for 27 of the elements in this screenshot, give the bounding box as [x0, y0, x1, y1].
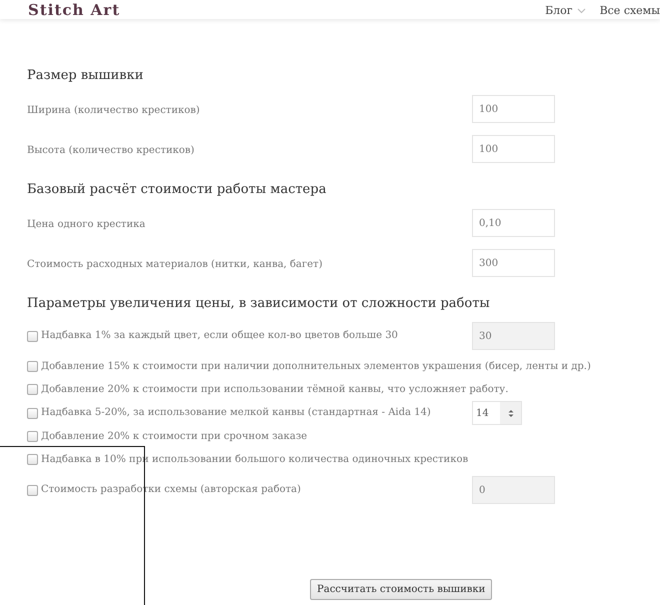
option-label: Добавление 20% к стоимости при срочном заказе	[41, 430, 308, 444]
input-field[interactable]: 100	[472, 135, 555, 163]
checkbox[interactable]	[27, 431, 38, 442]
field-label: Стоимость расходных материалов (нитки, канва, багет)	[27, 258, 324, 272]
spinner-arrows-icon	[508, 408, 514, 418]
checkbox[interactable]	[27, 384, 38, 395]
field-label: Высота (количество крестиков)	[27, 144, 196, 158]
nav-link[interactable]: Блог	[545, 3, 586, 19]
site-logo[interactable]: Stitch Art	[28, 1, 120, 19]
section-heading: Размер вышивки	[27, 67, 144, 85]
checkbox[interactable]	[27, 361, 38, 372]
section-heading: Параметры увеличения цены, в зависимости от сложности работы	[27, 295, 491, 313]
checkbox[interactable]	[27, 454, 38, 465]
option-label: Надбавка 5-20%, за использование мелкой канвы (стандартная - Aida 14)	[41, 406, 431, 420]
input-field[interactable]: 100	[472, 95, 555, 123]
number-spinner[interactable]: 14	[472, 401, 522, 425]
option-label: Добавление 20% к стоимости при использовании тёмной канвы, что усложняет работу.	[41, 382, 508, 396]
input-field[interactable]: 300	[472, 249, 555, 277]
section-heading: Базовый расчёт стоимости работы мастера	[27, 181, 328, 199]
input-field[interactable]: 0,10	[472, 209, 555, 237]
field-label: Цена одного крестика	[27, 218, 146, 232]
calculate-button[interactable]: Рассчитать стоимость вышивки	[310, 579, 492, 600]
nav-link[interactable]: Все схемы	[600, 3, 660, 19]
field-label: Ширина (количество крестиков)	[27, 104, 201, 118]
checkbox[interactable]	[27, 408, 38, 418]
option-label: Добавление 15% к стоимости при наличии дополнительных элементов украшения (бисер, ленты и др.)	[41, 360, 591, 374]
option-label: Надбавка 1% за каждый цвет, если общее кол-во цветов больше 30	[41, 329, 398, 343]
